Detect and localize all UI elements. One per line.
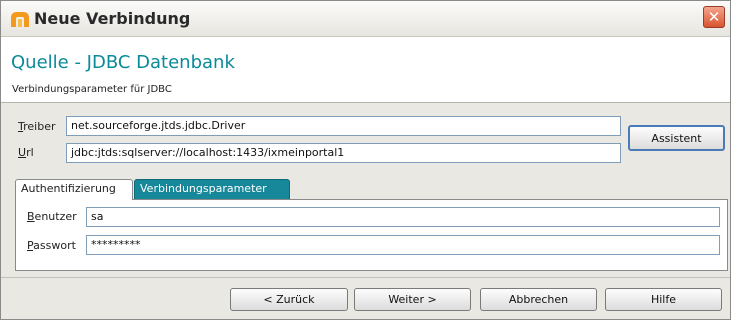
treiber-label-text: reiber <box>23 120 56 133</box>
benutzer-label: Benutzer <box>27 210 77 223</box>
title-bar[interactable]: Neue Verbindung ✕ <box>1 1 730 37</box>
treiber-label: Treiber <box>18 120 56 133</box>
treiber-input[interactable]: net.sourceforge.jtds.jdbc.Driver <box>66 116 621 136</box>
close-icon[interactable]: ✕ <box>703 6 725 28</box>
auth-panel: Benutzer sa Passwort ********* <box>15 199 728 271</box>
page-title: Quelle - JDBC Datenbank <box>11 52 235 73</box>
url-input[interactable]: jdbc:jtds:sqlserver://localhost:1433/ixm… <box>66 143 621 163</box>
help-button[interactable]: Hilfe <box>605 288 722 311</box>
benutzer-input[interactable]: sa <box>86 207 720 227</box>
benutzer-label-text: enutzer <box>34 210 77 223</box>
benutzer-label-mnemonic: B <box>27 210 35 223</box>
assistent-button[interactable]: Assistent <box>628 125 725 151</box>
next-button[interactable]: Weiter > <box>354 288 471 311</box>
back-button[interactable]: < Zurück <box>230 288 348 311</box>
footer-divider <box>1 277 730 278</box>
dialog-window: Neue Verbindung ✕ Quelle - JDBC Datenban… <box>0 0 731 320</box>
passwort-label-text: asswort <box>33 239 76 252</box>
tab-authentifizierung[interactable]: Authentifizierung <box>15 179 133 200</box>
window-title: Neue Verbindung <box>34 9 191 28</box>
passwort-label: Passwort <box>27 239 76 252</box>
cancel-button[interactable]: Abbrechen <box>480 288 597 311</box>
passwort-input[interactable]: ********* <box>86 235 720 255</box>
page-subtitle: Verbindungsparameter für JDBC <box>12 84 172 95</box>
app-logo-icon <box>11 12 29 27</box>
url-label: Url <box>18 146 34 159</box>
url-label-mnemonic: U <box>18 146 27 159</box>
tab-verbindungsparameter[interactable]: Verbindungsparameter <box>134 179 290 199</box>
wizard-header: Quelle - JDBC Datenbank Verbindungsparam… <box>1 37 730 103</box>
url-label-text: rl <box>26 146 34 159</box>
